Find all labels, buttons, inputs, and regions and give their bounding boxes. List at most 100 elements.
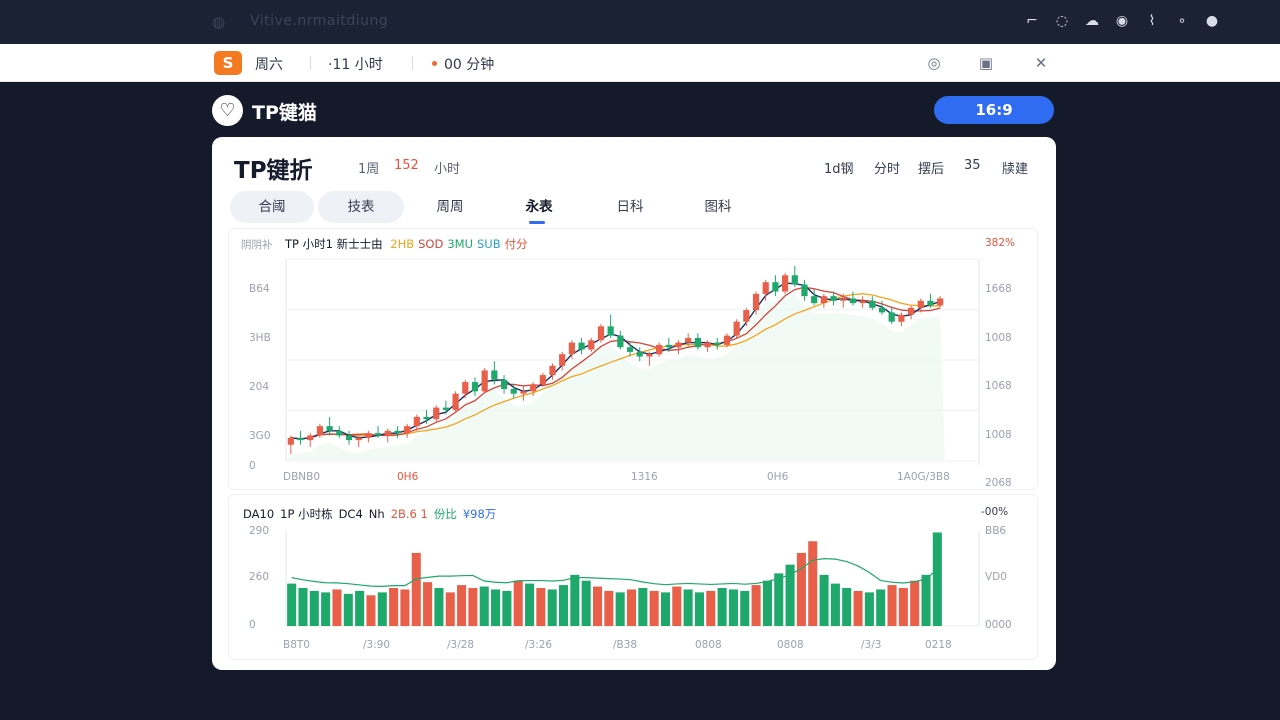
- candle[interactable]: [859, 296, 866, 308]
- volume-bar[interactable]: [581, 580, 591, 626]
- power-icon[interactable]: ●: [1204, 12, 1220, 30]
- app-badge[interactable]: S: [214, 51, 242, 75]
- candle[interactable]: [404, 423, 411, 438]
- location-icon[interactable]: ◉: [1114, 12, 1130, 30]
- candle[interactable]: [452, 391, 459, 413]
- volume-bar[interactable]: [808, 541, 818, 626]
- candle[interactable]: [394, 426, 401, 438]
- tab-6[interactable]: 图科: [688, 191, 748, 223]
- volume-bar[interactable]: [740, 590, 750, 626]
- option-number[interactable]: 35: [964, 158, 981, 173]
- volume-bar[interactable]: [592, 586, 603, 626]
- volume-bar-chart[interactable]: [229, 495, 1039, 661]
- candle[interactable]: [607, 314, 614, 338]
- volume-bar[interactable]: [479, 586, 489, 626]
- volume-bar[interactable]: [762, 580, 772, 626]
- volume-bar[interactable]: [683, 589, 693, 626]
- drop-icon[interactable]: ◌: [1054, 12, 1070, 30]
- volume-bar[interactable]: [932, 532, 942, 626]
- volume-bar[interactable]: [434, 588, 444, 626]
- volume-bar[interactable]: [298, 588, 308, 626]
- candle[interactable]: [781, 272, 789, 294]
- volume-bar[interactable]: [660, 592, 671, 626]
- tab-2[interactable]: 技表: [318, 191, 404, 223]
- candle[interactable]: [675, 340, 682, 355]
- candle[interactable]: [714, 337, 721, 350]
- volume-bar[interactable]: [706, 590, 716, 626]
- volume-bar[interactable]: [615, 592, 625, 626]
- option-interval[interactable]: 1d钢: [824, 158, 854, 177]
- volume-bar[interactable]: [468, 588, 478, 626]
- tab-5[interactable]: 日科: [600, 191, 660, 223]
- candle[interactable]: [326, 416, 333, 436]
- candle[interactable]: [597, 324, 605, 343]
- volume-bar[interactable]: [717, 588, 727, 626]
- volume-bar[interactable]: [604, 590, 614, 626]
- candle[interactable]: [462, 379, 469, 399]
- volume-bar[interactable]: [887, 585, 897, 626]
- option-adjust[interactable]: 摆后: [918, 158, 944, 177]
- volume-bar[interactable]: [751, 585, 761, 626]
- volume-bar[interactable]: [728, 589, 738, 626]
- candle[interactable]: [433, 405, 440, 422]
- candle[interactable]: [588, 337, 595, 352]
- volume-bar[interactable]: [411, 552, 421, 626]
- volume-bar[interactable]: [830, 583, 840, 626]
- volume-bar[interactable]: [321, 592, 331, 626]
- option-timeshare[interactable]: 分时: [874, 158, 900, 177]
- cloud-icon[interactable]: ☁: [1084, 12, 1100, 30]
- candlestick-chart[interactable]: [229, 229, 1039, 491]
- volume-bar[interactable]: [785, 564, 795, 626]
- candle[interactable]: [801, 279, 808, 301]
- shield-icon[interactable]: ▣: [976, 53, 996, 73]
- candle[interactable]: [820, 293, 827, 308]
- volume-bar[interactable]: [558, 585, 569, 626]
- candle[interactable]: [898, 312, 905, 327]
- pen-icon[interactable]: ⌐: [1024, 12, 1040, 30]
- candle[interactable]: [907, 305, 915, 320]
- volume-bar[interactable]: [694, 592, 704, 626]
- close-icon[interactable]: ✕: [1031, 53, 1051, 73]
- aspect-ratio-button[interactable]: 16:9: [934, 96, 1054, 124]
- volume-bar[interactable]: [502, 590, 512, 626]
- dot-icon[interactable]: ∘: [1174, 12, 1190, 30]
- volume-bar[interactable]: [423, 582, 433, 626]
- candle[interactable]: [656, 342, 663, 357]
- volume-bar[interactable]: [570, 574, 580, 626]
- tab-4-active[interactable]: 永表: [510, 191, 568, 223]
- volume-bar[interactable]: [547, 589, 557, 626]
- volume-bar[interactable]: [332, 589, 342, 626]
- volume-bar[interactable]: [513, 580, 523, 626]
- volume-bar[interactable]: [366, 595, 376, 626]
- volume-bar[interactable]: [853, 590, 863, 626]
- candle[interactable]: [617, 330, 624, 350]
- volume-bar[interactable]: [842, 588, 852, 626]
- volume-bar[interactable]: [819, 574, 829, 626]
- volume-bar[interactable]: [536, 588, 546, 626]
- wifi-icon[interactable]: ⌇: [1144, 12, 1160, 30]
- candle[interactable]: [869, 296, 876, 311]
- candle[interactable]: [733, 319, 740, 338]
- volume-bar[interactable]: [445, 592, 455, 626]
- candle[interactable]: [520, 386, 527, 401]
- volume-bar[interactable]: [491, 589, 501, 626]
- target-icon[interactable]: ◎: [924, 53, 944, 73]
- volume-bar[interactable]: [389, 588, 399, 626]
- volume-bar[interactable]: [343, 593, 353, 626]
- volume-bar[interactable]: [898, 588, 908, 626]
- option-build[interactable]: 牍建: [1002, 158, 1028, 177]
- candle[interactable]: [287, 435, 294, 455]
- candle[interactable]: [307, 433, 314, 448]
- volume-bar[interactable]: [910, 580, 920, 626]
- candle[interactable]: [500, 375, 508, 394]
- candle[interactable]: [578, 337, 585, 355]
- candle[interactable]: [791, 265, 798, 287]
- candle[interactable]: [345, 430, 353, 445]
- volume-bar[interactable]: [672, 586, 682, 626]
- tab-3[interactable]: 周周: [420, 191, 480, 223]
- volume-bar[interactable]: [457, 585, 467, 626]
- volume-bar[interactable]: [355, 590, 365, 626]
- volume-bar[interactable]: [796, 552, 806, 626]
- volume-bar[interactable]: [638, 588, 648, 626]
- volume-bar[interactable]: [921, 574, 931, 626]
